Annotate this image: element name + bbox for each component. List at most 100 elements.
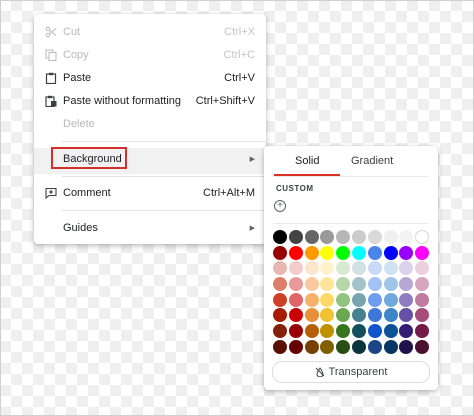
color-swatch[interactable]: [399, 245, 414, 260]
color-swatch[interactable]: [336, 261, 351, 276]
color-swatch[interactable]: [304, 292, 319, 307]
color-swatch[interactable]: [383, 339, 398, 354]
color-swatch[interactable]: [367, 261, 382, 276]
menu-item-background[interactable]: Background ▶: [34, 148, 266, 170]
color-swatch[interactable]: [304, 339, 319, 354]
color-swatch[interactable]: [304, 308, 319, 323]
color-swatch[interactable]: [320, 245, 335, 260]
color-swatch[interactable]: [320, 261, 335, 276]
color-swatch[interactable]: [351, 230, 366, 244]
color-swatch[interactable]: [367, 339, 382, 354]
color-swatch[interactable]: [415, 308, 430, 323]
menu-item-paste[interactable]: Paste Ctrl+V: [34, 67, 266, 89]
color-swatch[interactable]: [399, 324, 414, 339]
color-swatch[interactable]: [273, 261, 287, 276]
color-swatch[interactable]: [320, 339, 335, 354]
color-swatch[interactable]: [399, 230, 414, 244]
color-swatch[interactable]: [304, 277, 319, 292]
tab-solid[interactable]: Solid: [295, 155, 319, 167]
menu-item-guides[interactable]: Guides ▶: [34, 217, 266, 239]
submenu-arrow-icon: ▶: [249, 225, 255, 232]
color-swatch[interactable]: [336, 339, 351, 354]
color-swatch[interactable]: [288, 261, 303, 276]
transparent-button[interactable]: Transparent: [272, 361, 430, 383]
color-swatch[interactable]: [288, 308, 303, 323]
color-swatch[interactable]: [336, 230, 351, 244]
color-swatch[interactable]: [367, 277, 382, 292]
add-custom-color-button[interactable]: +: [274, 200, 286, 212]
color-swatch[interactable]: [273, 292, 287, 307]
color-swatch[interactable]: [351, 245, 366, 260]
color-swatch[interactable]: [336, 245, 351, 260]
menu-item-paste-without-formatting[interactable]: Paste without formatting Ctrl+Shift+V: [34, 90, 266, 112]
color-swatch[interactable]: [415, 261, 430, 276]
color-swatch[interactable]: [320, 230, 335, 244]
swatch-row: [273, 292, 433, 309]
swatch-row: [273, 230, 433, 246]
color-swatch[interactable]: [288, 324, 303, 339]
color-swatch[interactable]: [273, 324, 287, 339]
color-swatch[interactable]: [320, 277, 335, 292]
color-swatch[interactable]: [273, 308, 287, 323]
color-swatch[interactable]: [273, 230, 287, 244]
color-swatch[interactable]: [367, 292, 382, 307]
color-swatch[interactable]: [367, 308, 382, 323]
swatch-row: [273, 324, 433, 340]
color-swatch[interactable]: [320, 308, 335, 323]
menu-item-label: Background: [63, 153, 122, 165]
color-swatch[interactable]: [415, 230, 430, 244]
clipboard-icon: [45, 72, 57, 84]
color-swatch[interactable]: [288, 292, 303, 307]
color-swatch[interactable]: [383, 277, 398, 292]
color-swatch[interactable]: [399, 308, 414, 323]
color-swatch[interactable]: [383, 324, 398, 339]
swatch-grid: [273, 230, 433, 356]
color-swatch[interactable]: [304, 261, 319, 276]
color-swatch[interactable]: [415, 245, 430, 260]
color-swatch[interactable]: [399, 339, 414, 354]
color-swatch[interactable]: [415, 292, 430, 307]
menu-item-copy[interactable]: Copy Ctrl+C: [34, 44, 266, 66]
color-swatch[interactable]: [415, 324, 430, 339]
menu-item-delete[interactable]: Delete: [34, 113, 266, 135]
color-swatch[interactable]: [415, 277, 430, 292]
color-swatch[interactable]: [351, 277, 366, 292]
color-swatch[interactable]: [351, 339, 366, 354]
color-swatch[interactable]: [273, 339, 287, 354]
color-swatch[interactable]: [288, 277, 303, 292]
color-swatch[interactable]: [336, 292, 351, 307]
color-swatch[interactable]: [288, 230, 303, 244]
color-swatch[interactable]: [351, 261, 366, 276]
color-swatch[interactable]: [336, 277, 351, 292]
color-swatch[interactable]: [304, 230, 319, 244]
shortcut-text: Ctrl+V: [224, 72, 255, 84]
color-swatch[interactable]: [336, 308, 351, 323]
color-swatch[interactable]: [351, 308, 366, 323]
menu-item-comment[interactable]: Comment Ctrl+Alt+M: [34, 182, 266, 204]
color-swatch[interactable]: [351, 292, 366, 307]
color-swatch[interactable]: [304, 324, 319, 339]
color-swatch[interactable]: [383, 292, 398, 307]
color-swatch[interactable]: [399, 277, 414, 292]
tab-gradient[interactable]: Gradient: [351, 155, 393, 167]
color-swatch[interactable]: [336, 324, 351, 339]
color-swatch[interactable]: [288, 339, 303, 354]
color-swatch[interactable]: [383, 230, 398, 244]
color-swatch[interactable]: [415, 339, 430, 354]
color-swatch[interactable]: [399, 292, 414, 307]
color-swatch[interactable]: [367, 245, 382, 260]
color-swatch[interactable]: [367, 230, 382, 244]
color-swatch[interactable]: [351, 324, 366, 339]
menu-item-cut[interactable]: Cut Ctrl+X: [34, 21, 266, 43]
color-swatch[interactable]: [383, 308, 398, 323]
color-swatch[interactable]: [304, 245, 319, 260]
color-swatch[interactable]: [399, 261, 414, 276]
color-swatch[interactable]: [383, 245, 398, 260]
color-swatch[interactable]: [288, 245, 303, 260]
color-swatch[interactable]: [383, 261, 398, 276]
color-swatch[interactable]: [367, 324, 382, 339]
color-swatch[interactable]: [320, 292, 335, 307]
color-swatch[interactable]: [320, 324, 335, 339]
color-swatch[interactable]: [273, 245, 287, 260]
color-swatch[interactable]: [273, 277, 287, 292]
